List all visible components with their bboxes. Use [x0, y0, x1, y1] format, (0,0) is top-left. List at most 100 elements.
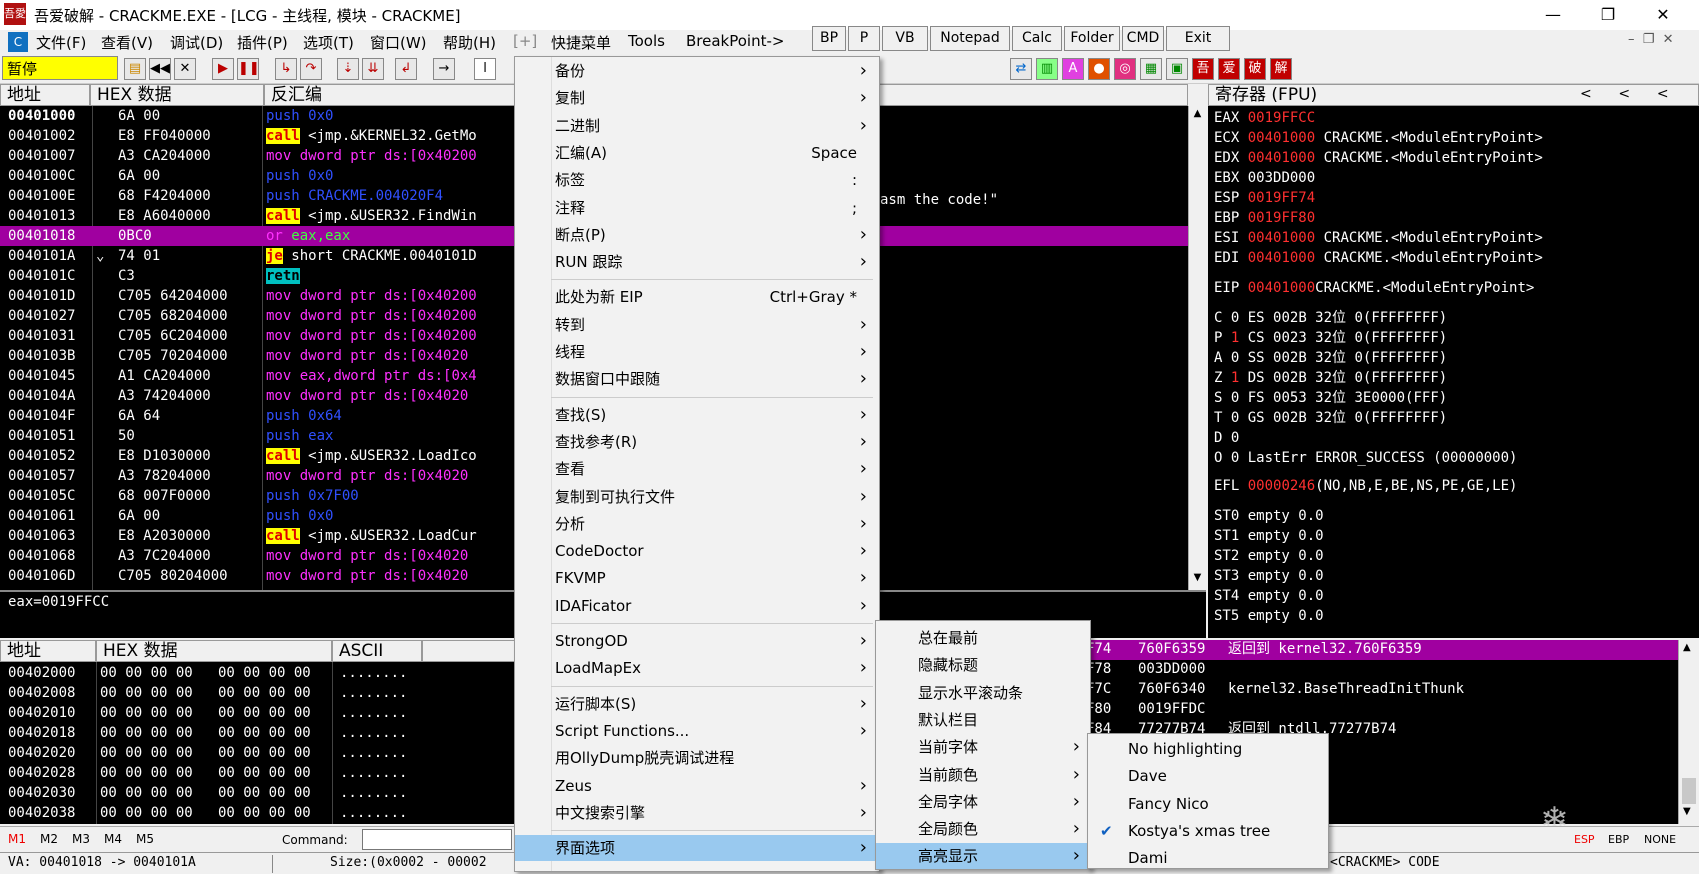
register-eax[interactable]: EAX 0019FFCC [1214, 108, 1315, 128]
register-edi[interactable]: EDI 00401000 CRACKME.<ModuleEntryPoint> [1214, 248, 1543, 268]
exit-button[interactable]: Exit [1166, 26, 1230, 51]
context-menu-item[interactable]: 分析 › [515, 511, 879, 537]
context-menu-item[interactable]: 复制到可执行文件 › [515, 484, 879, 510]
highlight-option[interactable]: Dami [1088, 845, 1328, 871]
p-button[interactable]: P [848, 26, 880, 51]
menu-quick[interactable]: 快捷菜单 [551, 32, 611, 53]
stack-row[interactable]: F78 003DD000 [1080, 660, 1678, 680]
vb-button[interactable]: VB [882, 26, 928, 51]
trace-into-icon[interactable]: ⇣ [337, 58, 359, 80]
tab-m4[interactable]: M4 [104, 832, 122, 846]
stack-row[interactable]: F74 760F6359 返回到 kernel32.760F6359 [1080, 640, 1678, 660]
child-window-icon[interactable]: C [8, 32, 28, 52]
ebp-indicator[interactable]: EBP [1608, 833, 1629, 846]
context-menu-item[interactable]: 备份 › [515, 58, 879, 84]
tab-m2[interactable]: M2 [40, 832, 58, 846]
context-menu-item[interactable]: 汇编(A) Space [515, 140, 879, 166]
run-icon[interactable]: ▶ [212, 58, 234, 80]
tab-m3[interactable]: M3 [72, 832, 90, 846]
pause-icon[interactable]: ❚❚ [237, 58, 260, 80]
execute-till-return-icon[interactable]: ↲ [395, 58, 417, 80]
reg-nav-icons[interactable]: < < < [1580, 86, 1669, 102]
mdi-controls[interactable]: – ❐ ✕ [1628, 32, 1698, 47]
goto-icon[interactable]: → [433, 58, 455, 80]
minimize-button[interactable]: — [1530, 0, 1576, 30]
context-menu-item[interactable]: RUN 跟踪 › [515, 249, 879, 275]
context-menu-item[interactable]: 线程 › [515, 339, 879, 365]
submenu-item[interactable]: 隐藏标题 [876, 652, 1090, 678]
context-menu-item[interactable]: StrongOD › [515, 628, 879, 654]
context-menu-item[interactable]: Zeus › [515, 773, 879, 799]
maximize-button[interactable]: ❐ [1585, 0, 1631, 30]
submenu-item[interactable]: 全局字体 › [876, 789, 1090, 815]
register-ebx[interactable]: EBX 003DD000 [1214, 168, 1315, 188]
context-menu-item[interactable]: 标签: [515, 167, 879, 193]
context-menu-item[interactable]: 查看 › [515, 456, 879, 482]
none-indicator[interactable]: NONE [1644, 833, 1676, 846]
register-efl[interactable]: EFL 00000246(NO,NB,E,BE,NS,PE,GE,LE) [1214, 476, 1517, 496]
context-menu-item[interactable]: 复制 › [515, 85, 879, 111]
submenu-item[interactable]: 显示水平滚动条 [876, 680, 1090, 706]
open-icon[interactable]: ▤ [124, 58, 146, 80]
disasm-header-address[interactable]: 地址 [0, 84, 90, 106]
trace-over-icon[interactable]: ⇊ [362, 58, 384, 80]
threads-icon[interactable]: ▥ [1036, 58, 1058, 80]
context-menu-item[interactable]: 断点(P) › [515, 222, 879, 248]
context-menu-item[interactable]: CodeDoctor › [515, 538, 879, 564]
submenu-item[interactable]: 当前颜色 › [876, 762, 1090, 788]
context-menu-item[interactable]: Script Functions... › [515, 718, 879, 744]
menu-options[interactable]: 选项(T) [303, 32, 354, 53]
submenu-item[interactable]: 高亮显示 › [876, 843, 1090, 870]
rewind-icon[interactable]: ◀◀ [149, 58, 171, 80]
stack-scrollbar[interactable]: ▲ ▼ [1678, 640, 1699, 824]
disasm-scrollbar[interactable]: ▲ ▼ [1188, 106, 1206, 590]
highlight-option[interactable]: Fancy Nico [1088, 791, 1328, 817]
dump-row[interactable]: 00402010 00 00 00 00 00 00 00 00........ [0, 704, 520, 724]
log-icon[interactable]: l [474, 58, 496, 80]
close-file-icon[interactable]: ✕ [174, 58, 196, 80]
submenu-item[interactable]: 默认栏目 [876, 707, 1090, 733]
command-input[interactable] [362, 829, 512, 850]
context-menu-item[interactable]: FKVMP › [515, 565, 879, 591]
menu-expand[interactable]: [+] [513, 32, 537, 50]
fpu-st0[interactable]: ST0 empty 0.0 [1214, 506, 1324, 526]
a-icon[interactable]: A [1062, 58, 1084, 80]
context-menu-item[interactable]: 界面选项 › [515, 835, 879, 862]
fpu-st5[interactable]: ST5 empty 0.0 [1214, 606, 1324, 626]
flag-c[interactable]: C 0 ES 002B 32位 0(FFFFFFFF) [1214, 308, 1447, 328]
menu-help[interactable]: 帮助(H) [443, 32, 496, 53]
context-menu-item[interactable]: 数据窗口中跟随 › [515, 366, 879, 392]
dump-pane[interactable]: 00402000 00 00 00 00 00 00 00 00........ 00… [0, 662, 520, 824]
bp-button[interactable]: BP [812, 26, 846, 51]
cmd-button[interactable]: CMD [1122, 26, 1164, 51]
dump-header-address[interactable]: 地址 [0, 640, 96, 662]
register-eip[interactable]: EIP 00401000CRACKME.<ModuleEntryPoint> [1214, 278, 1534, 298]
flag-a[interactable]: A 0 SS 002B 32位 0(FFFFFFFF) [1214, 348, 1447, 368]
flag-o[interactable]: O 0 LastErr ERROR_SUCCESS (00000000) [1214, 448, 1517, 468]
context-menu-item[interactable]: 注释; [515, 195, 879, 221]
flag-t[interactable]: T 0 GS 002B 32位 0(FFFFFFFF) [1214, 408, 1447, 428]
table-icon[interactable]: ▣ [1166, 58, 1188, 80]
register-esi[interactable]: ESI 00401000 CRACKME.<ModuleEntryPoint> [1214, 228, 1543, 248]
target-icon[interactable]: ◎ [1114, 58, 1136, 80]
stack-row[interactable]: F80 0019FFDC [1080, 700, 1678, 720]
fpu-st1[interactable]: ST1 empty 0.0 [1214, 526, 1324, 546]
highlight-option[interactable]: ✔ Kostya's xmas tree [1088, 818, 1328, 844]
context-menu-item[interactable]: 运行脚本(S) › [515, 691, 879, 717]
dump-row[interactable]: 00402000 00 00 00 00 00 00 00 00........ [0, 664, 520, 684]
menu-view[interactable]: 查看(V) [101, 32, 153, 53]
wu-icon[interactable]: 吾 [1192, 58, 1214, 80]
register-ecx[interactable]: ECX 00401000 CRACKME.<ModuleEntryPoint> [1214, 128, 1543, 148]
context-menu-item[interactable]: 此处为新 EIP Ctrl+Gray * [515, 284, 879, 310]
step-over-icon[interactable]: ↷ [300, 58, 322, 80]
fpu-st4[interactable]: ST4 empty 0.0 [1214, 586, 1324, 606]
calc-button[interactable]: Calc [1012, 26, 1062, 51]
step-into-icon[interactable]: ↳ [275, 58, 297, 80]
notepad-button[interactable]: Notepad [930, 26, 1010, 51]
highlight-option[interactable]: Dave [1088, 763, 1328, 789]
grid-icon[interactable]: ▦ [1140, 58, 1162, 80]
context-menu-item[interactable]: 二进制 › [515, 113, 879, 139]
ai-icon[interactable]: 爱 [1218, 58, 1240, 80]
context-menu-item[interactable]: 查找(S) › [515, 402, 879, 428]
esp-indicator[interactable]: ESP [1574, 833, 1595, 846]
